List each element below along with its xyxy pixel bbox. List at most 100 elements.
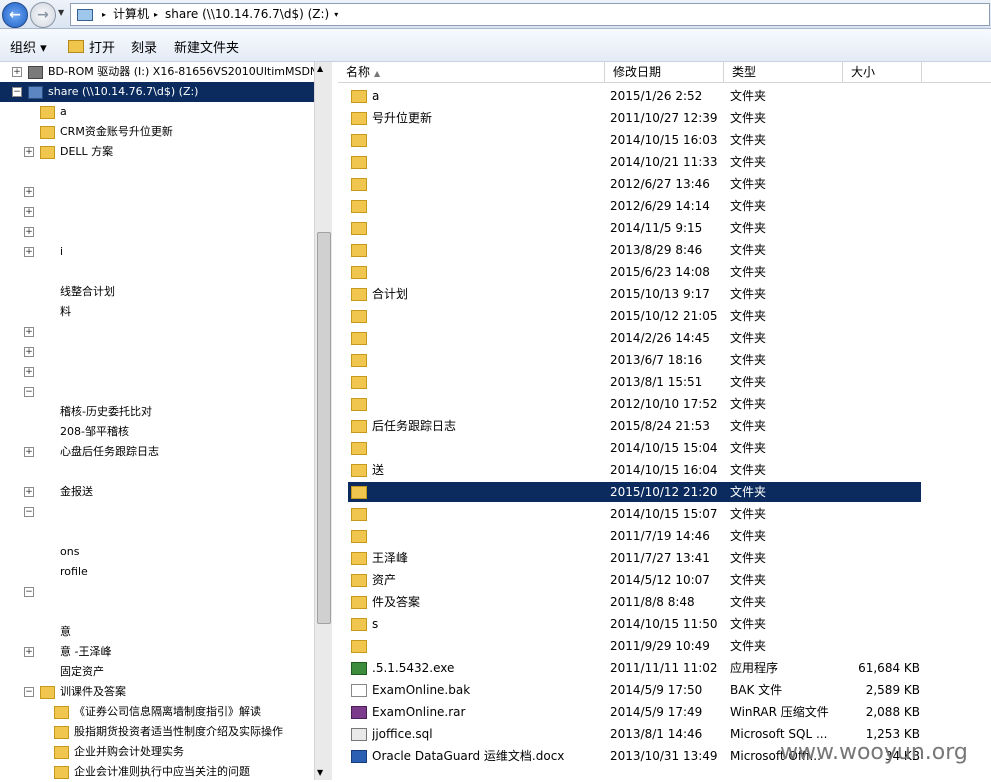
file-row[interactable]: 2013/6/7 18:16 文件夹 [348,350,921,370]
expand-icon[interactable]: + [24,207,34,217]
tree-item[interactable] [0,602,314,622]
chevron-down-icon[interactable]: ▾ [334,10,338,19]
tree-item[interactable]: 稽核-历史委托比对 [0,402,314,422]
scroll-down-icon[interactable]: ▼ [317,768,323,777]
expand-icon[interactable]: + [24,227,34,237]
breadcrumb-computer[interactable]: 计算机 [113,7,149,21]
new-folder-button[interactable]: 新建文件夹 [174,37,239,56]
file-list[interactable]: a 2015/1/26 2:52 文件夹 号升位更新 2011/10/27 12:39 文… [338,86,991,782]
file-row[interactable]: ExamOnline.bak 2014/5/9 17:50 BAK 文件 2,589 … [348,680,921,700]
chevron-right-icon[interactable]: ▸ [102,10,106,19]
tree-item[interactable]: 线整合计划 [0,282,314,302]
tree-item[interactable]: + [0,342,314,362]
file-row[interactable]: 2014/10/15 16:03 文件夹 [348,130,921,150]
file-row[interactable]: .5.1.5432.exe 2011/11/11 11:02 应用程序 61,684 … [348,658,921,678]
column-size[interactable]: 大小 [843,62,922,82]
tree-scrollbar[interactable]: ▲ ▼ [314,62,332,780]
navigation-tree[interactable]: + BD-ROM 驱动器 (I:) X16-81656VS2010UltimMSD… [0,62,314,780]
breadcrumb-share[interactable]: share (\\10.14.76.7\d$) (Z:) [165,7,329,21]
file-row[interactable]: 件及答案 2011/8/8 8:48 文件夹 [348,592,921,612]
column-date[interactable]: 修改日期 [605,62,724,82]
tree-item[interactable]: ons [0,542,314,562]
forward-button[interactable]: → [30,2,56,28]
tree-item[interactable]: − [0,382,314,402]
address-box[interactable]: ▸ 计算机 ▸ share (\\10.14.76.7\d$) (Z:) ▾ [70,3,990,26]
burn-button[interactable]: 刻录 [131,37,157,56]
file-row[interactable]: 送 2014/10/15 16:04 文件夹 [348,460,921,480]
tree-item[interactable]: + [0,202,314,222]
tree-item[interactable]: + i [0,242,314,262]
scrollbar-thumb[interactable] [317,232,331,624]
tree-item[interactable]: + BD-ROM 驱动器 (I:) X16-81656VS2010UltimMSD… [0,62,314,82]
file-row[interactable]: 资产 2014/5/12 10:07 文件夹 [348,570,921,590]
expand-icon[interactable]: + [24,147,34,157]
collapse-icon[interactable]: − [12,87,22,97]
tree-item[interactable]: + 心盘后任务跟踪日志 [0,442,314,462]
tree-item[interactable] [0,522,314,542]
expand-icon[interactable]: + [24,367,34,377]
tree-item[interactable]: + DELL 方案 [0,142,314,162]
file-row[interactable]: s 2014/10/15 11:50 文件夹 [348,614,921,634]
file-row[interactable]: 号升位更新 2011/10/27 12:39 文件夹 [348,108,921,128]
tree-item[interactable]: + [0,182,314,202]
file-row[interactable]: 2015/10/12 21:05 文件夹 [348,306,921,326]
file-row[interactable]: ExamOnline.rar 2014/5/9 17:49 WinRAR 压缩文件 2… [348,702,921,722]
tree-item[interactable]: 208-邹平稽核 [0,422,314,442]
expand-icon[interactable]: + [24,327,34,337]
scroll-up-icon[interactable]: ▲ [317,64,323,73]
tree-item[interactable]: + [0,322,314,342]
file-row[interactable]: 2014/11/5 9:15 文件夹 [348,218,921,238]
collapse-icon[interactable]: − [24,507,34,517]
collapse-icon[interactable]: − [24,687,34,697]
tree-item[interactable]: a [0,102,314,122]
expand-icon[interactable]: + [24,487,34,497]
file-row[interactable]: 2014/10/15 15:04 文件夹 [348,438,921,458]
file-row[interactable]: 后任务跟踪日志 2015/8/24 21:53 文件夹 [348,416,921,436]
file-row[interactable]: 2014/2/26 14:45 文件夹 [348,328,921,348]
organize-button[interactable]: 组织 ▾ [10,37,47,56]
tree-item[interactable] [0,262,314,282]
file-row[interactable]: 2013/8/29 8:46 文件夹 [348,240,921,260]
collapse-icon[interactable]: − [24,387,34,397]
file-row[interactable]: a 2015/1/26 2:52 文件夹 [348,86,921,106]
file-row[interactable]: 王泽峰 2011/7/27 13:41 文件夹 [348,548,921,568]
file-row[interactable]: 2011/9/29 10:49 文件夹 [348,636,921,656]
file-row[interactable]: 2013/8/1 15:51 文件夹 [348,372,921,392]
file-row[interactable]: 2015/6/23 14:08 文件夹 [348,262,921,282]
tree-item[interactable]: + [0,362,314,382]
expand-icon[interactable]: + [24,247,34,257]
collapse-icon[interactable]: − [24,587,34,597]
expand-icon[interactable]: + [12,67,22,77]
column-name[interactable]: 名称 ▲ [338,62,605,82]
tree-item[interactable]: rofile [0,562,314,582]
file-row[interactable]: 2015/10/12 21:20 文件夹 [348,482,921,502]
chevron-right-icon[interactable]: ▸ [154,10,158,19]
expand-icon[interactable]: + [24,447,34,457]
tree-item[interactable] [0,462,314,482]
tree-item[interactable]: − [0,582,314,602]
expand-icon[interactable]: + [24,187,34,197]
tree-item[interactable]: 企业会计准则执行中应当关注的问题 [0,762,314,780]
tree-item[interactable]: + 金报送 [0,482,314,502]
expand-icon[interactable]: + [24,647,34,657]
tree-item[interactable]: 股指期货投资者适当性制度介绍及实际操作 [0,722,314,742]
tree-item[interactable]: − share (\\10.14.76.7\d$) (Z:) [0,82,314,102]
file-row[interactable]: 合计划 2015/10/13 9:17 文件夹 [348,284,921,304]
tree-item[interactable]: 意 [0,622,314,642]
expand-icon[interactable]: + [24,347,34,357]
file-row[interactable]: 2014/10/15 15:07 文件夹 [348,504,921,524]
file-row[interactable]: 2014/10/21 11:33 文件夹 [348,152,921,172]
tree-item[interactable]: 企业并购会计处理实务 [0,742,314,762]
back-button[interactable]: ← [2,2,28,28]
file-row[interactable]: 2012/6/29 14:14 文件夹 [348,196,921,216]
tree-item[interactable]: + [0,222,314,242]
file-row[interactable]: 2011/7/19 14:46 文件夹 [348,526,921,546]
file-row[interactable]: 2012/6/27 13:46 文件夹 [348,174,921,194]
column-type[interactable]: 类型 [724,62,843,82]
tree-item[interactable]: 料 [0,302,314,322]
tree-item[interactable] [0,162,314,182]
tree-item[interactable]: − [0,502,314,522]
tree-item[interactable]: − 训课件及答案 [0,682,314,702]
open-button[interactable]: 打开 [68,37,115,56]
tree-item[interactable]: CRM资金账号升位更新 [0,122,314,142]
